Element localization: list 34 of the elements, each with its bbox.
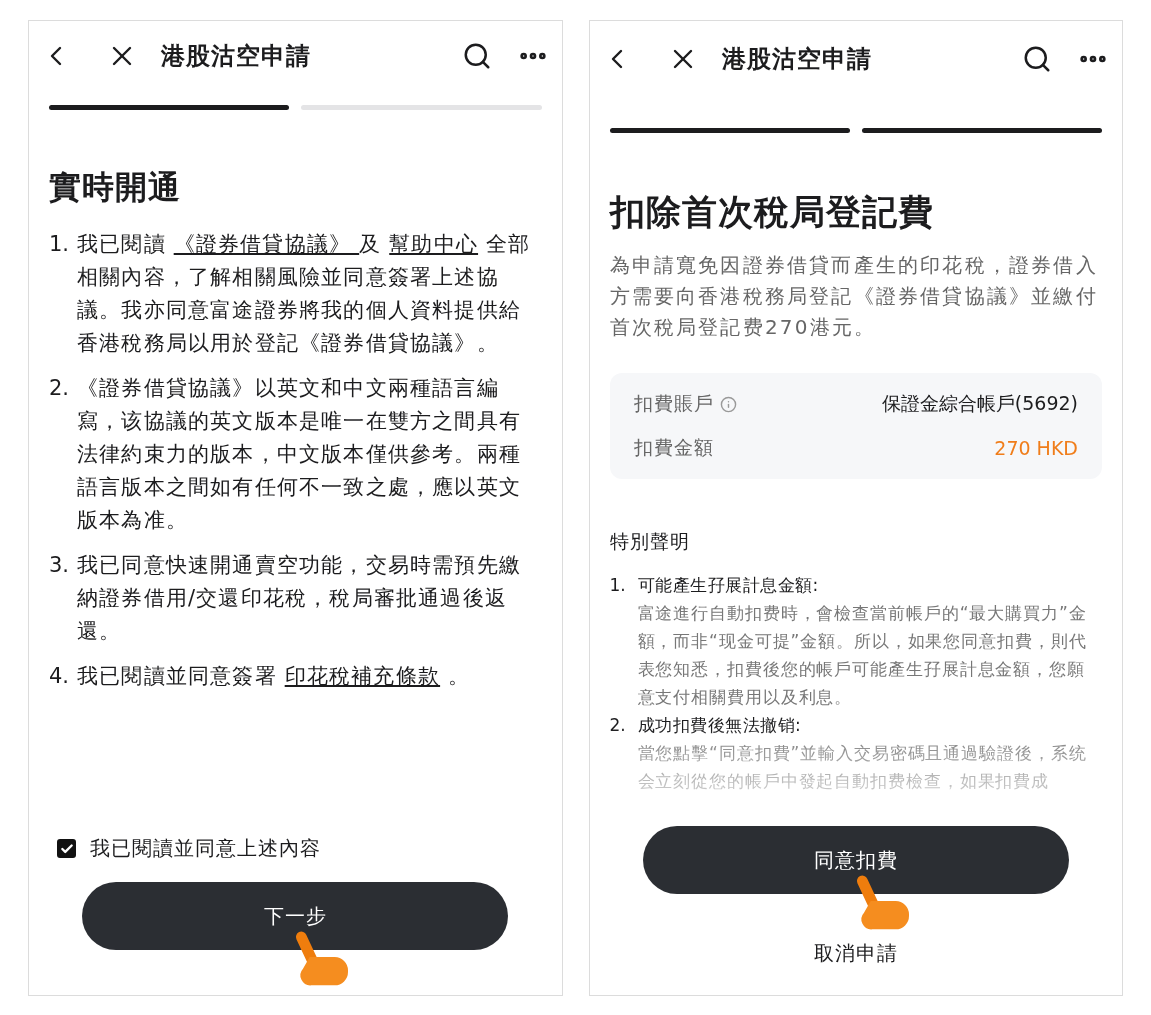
notice-text: 富途進行自動扣费時，會檢查當前帳戶的“最大購買力”金額，而非“现金可提”金額。所以，如果您同意扣費，則代表您知悉，扣費後您的帳戶可能產生孖展計息金額，您願意支付相關費用以及利息。 [637, 602, 1088, 709]
notice-text: 當您點擊“同意扣費”並輸入交易密碼且通過驗證後，系统会立刻從您的帳戶中發起自動扣费檢查，如果扣費成 [637, 742, 1088, 793]
next-step-button[interactable]: 下一步 [82, 882, 509, 950]
document-link[interactable]: 《證券借貸協議》 [173, 232, 360, 256]
document-link[interactable]: 幫助中心 [389, 232, 479, 256]
section-heading: 扣除首次稅局登記費 [609, 191, 935, 234]
notice-title: 特別聲明 [609, 529, 691, 554]
info-icon[interactable] [719, 395, 737, 413]
page-title: 港股沽空申請 [721, 43, 873, 75]
list-number: 4. [49, 663, 71, 690]
term-text: 我已閱讀並同意簽署 印花稅補充條款 。 [77, 663, 471, 690]
list-number: 3. [49, 552, 71, 579]
notice-heading: 可能產生孖展計息金額: [637, 574, 820, 597]
agreement-label: 我已閱讀並同意上述內容 [90, 835, 321, 862]
term-text: 我已閱讀 《證券借貸協議》 及 幫助中心 全部相關內容，了解相關風險並同意簽署上述協議。我亦同意富途證券將我的個人資料提供給香港稅務局以用於登記《證券借貸協議》。 [77, 231, 532, 357]
fee-value: 保證金綜合帳戶(5692) [881, 391, 1078, 416]
notice-heading: 成功扣費後無法撤销: [637, 714, 803, 737]
list-number: 1. [49, 231, 71, 258]
term-text: 《證券借貸協議》以英文和中文兩種語言編寫，该協議的英文版本是唯一在雙方之間具有法律約束力的版本，中文版本僅供參考。兩種語言版本之間如有任何不一致之處，應以英文版本為准。 [77, 375, 522, 534]
document-link[interactable]: 印花稅補充條款 [284, 664, 441, 688]
section-heading: 實時開通 [49, 167, 182, 208]
agree-fee-button[interactable]: 同意扣費 [642, 826, 1069, 894]
cancel-button[interactable]: 取消申請 [805, 936, 906, 971]
agreement-checkbox[interactable] [57, 839, 76, 858]
fee-label: 扣費賬戶 [633, 391, 714, 416]
description-text: 為申請寬免因證券借貸而產生的印花稅，證券借入方需要向香港稅務局登記《證券借貸協議》並繳付首次稅局登記费270港元。 [609, 252, 1099, 341]
fee-label: 扣費金額 [633, 435, 714, 460]
page-title: 港股沽空申請 [161, 41, 312, 72]
list-number: 1. [609, 574, 627, 597]
term-text: 我已同意快速開通賣空功能，交易時需預先繳納證券借用/交還印花稅，稅局審批通過後返還。 [77, 552, 522, 645]
list-number: 2. [609, 714, 627, 737]
list-number: 2. [49, 375, 71, 402]
check-icon [59, 841, 74, 856]
fee-value: 270 HKD [994, 437, 1078, 459]
